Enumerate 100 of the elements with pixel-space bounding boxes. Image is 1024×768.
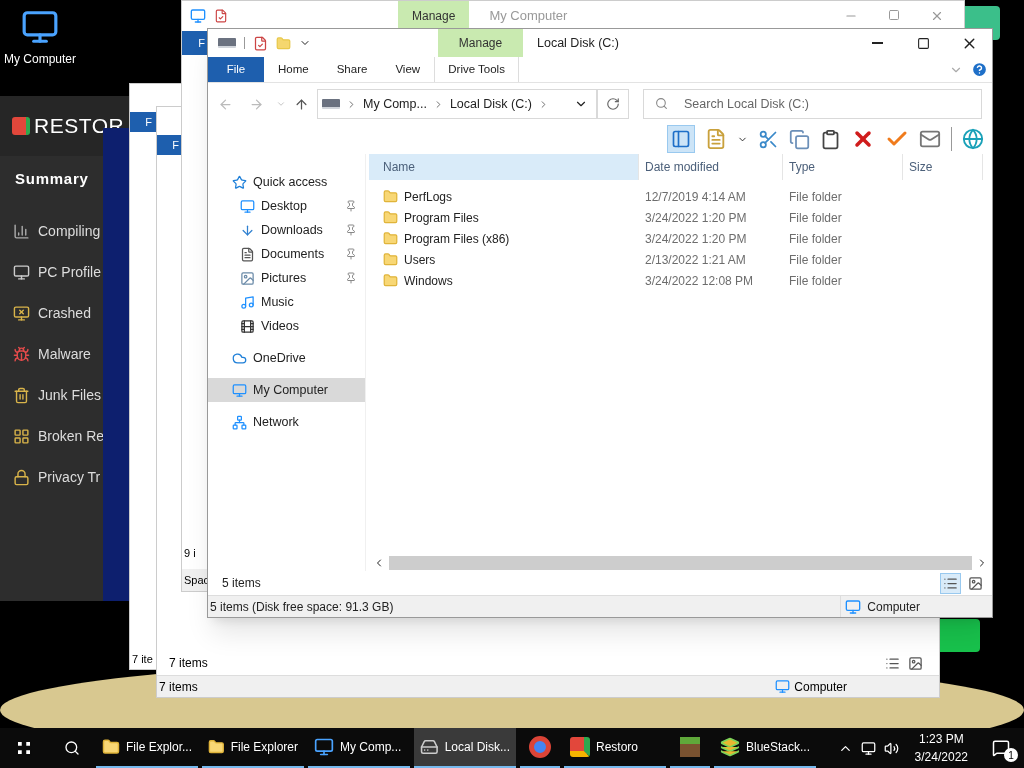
file-name[interactable]: Windows — [404, 271, 453, 290]
sidebar-item[interactable]: Compiling — [38, 220, 101, 242]
grass-block-icon — [680, 737, 700, 757]
type-cell-text: File folder — [788, 188, 843, 206]
help-icon[interactable] — [971, 61, 988, 78]
status-text: 5 items (Disk free space: 91.3 GB) — [210, 598, 394, 616]
image-icon — [968, 575, 983, 591]
details-view-button[interactable] — [940, 572, 961, 594]
volume-icon[interactable] — [883, 740, 899, 756]
menu-icon — [13, 468, 30, 486]
nav-item[interactable]: Pictures — [208, 266, 365, 290]
column-header[interactable]: Name — [369, 154, 639, 180]
menu-icon — [13, 427, 30, 445]
drive-icon — [218, 38, 236, 48]
window-title: Local Disk (C:) — [537, 34, 619, 52]
partial-tab[interactable]: F — [157, 135, 183, 155]
status-text: 7 ite — [131, 651, 154, 667]
cut-icon[interactable] — [758, 128, 779, 150]
up-icon[interactable] — [294, 96, 309, 112]
status-text: Spac — [183, 572, 211, 588]
nav-item[interactable]: Music — [208, 290, 365, 314]
nav-item[interactable]: My Computer — [208, 378, 365, 402]
close-icon — [930, 9, 944, 23]
file-name[interactable]: PerfLogs — [404, 187, 453, 206]
ribbon-tab[interactable]: Home — [264, 57, 323, 82]
scrollbar-thumb[interactable] — [389, 556, 972, 570]
taskbar-button[interactable]: File Explorer — [202, 728, 304, 768]
sidebar-item[interactable]: Privacy Tr — [38, 466, 101, 488]
partial-tab[interactable]: F — [182, 31, 208, 55]
context-tab[interactable]: Manage — [438, 29, 523, 57]
paste-icon[interactable] — [820, 128, 841, 150]
address-bar[interactable]: My Comp... Local Disk (C:) — [317, 89, 597, 119]
taskbar-button[interactable]: File Explor... — [96, 728, 198, 768]
notification-icon — [992, 739, 1010, 757]
computer-icon[interactable] — [21, 8, 59, 46]
breadcrumb-item[interactable]: My Comp... — [363, 94, 427, 114]
sidebar-item[interactable]: Broken Re — [38, 425, 105, 447]
context-tab[interactable]: Manage — [398, 1, 470, 31]
date-cell-text: 3/24/2022 12:08 PM — [644, 272, 755, 290]
sidebar-item[interactable]: Malware — [38, 343, 91, 365]
minimize-icon — [871, 42, 883, 44]
taskbar-button[interactable]: My Comp... — [308, 728, 410, 768]
type-cell-text: File folder — [788, 209, 843, 227]
column-header[interactable]: Type — [783, 154, 903, 180]
maximize-icon — [888, 9, 900, 21]
menu-icon — [13, 345, 30, 363]
app-panel — [940, 619, 980, 652]
search-icon — [655, 97, 668, 110]
date-cell-text: 12/7/2019 4:14 AM — [644, 188, 747, 206]
refresh-icon — [606, 97, 620, 111]
desktop-icon-label[interactable]: My Computer — [4, 50, 76, 68]
menu-icon — [13, 386, 30, 404]
copy-icon[interactable] — [789, 128, 810, 150]
column-header[interactable]: Date modified — [639, 154, 783, 180]
properties-icon[interactable] — [253, 35, 268, 51]
file-name[interactable]: Users — [404, 250, 436, 269]
ribbon-tab[interactable]: Share — [322, 57, 382, 82]
nav-item[interactable]: OneDrive — [208, 346, 365, 370]
taskbar-button[interactable]: Local Disk... — [414, 728, 516, 768]
refresh-button[interactable] — [597, 89, 629, 119]
search-field[interactable]: Search Local Disk (C:) — [643, 89, 982, 119]
menu-icon — [13, 263, 30, 281]
column-header[interactable]: Size — [903, 154, 983, 180]
sidebar-item[interactable]: PC Profile — [38, 261, 102, 283]
envelope-icon[interactable] — [919, 128, 941, 150]
properties-icon — [214, 9, 228, 23]
logo-icon — [12, 117, 30, 135]
menu-icon — [13, 304, 30, 322]
file-name[interactable]: Program Files — [404, 208, 479, 227]
sidebar-item[interactable]: Junk Files — [38, 384, 102, 406]
ribbon-tab[interactable]: Drive Tools — [434, 57, 520, 82]
app-icon — [570, 737, 590, 757]
details-view-icon — [885, 655, 900, 671]
date-cell-text: 2/13/2022 1:21 AM — [644, 251, 747, 269]
network-icon[interactable] — [860, 740, 876, 756]
nav-item[interactable]: Quick access — [208, 170, 365, 194]
computer-icon — [775, 679, 791, 694]
drive-icon — [420, 737, 439, 757]
file-name[interactable]: Program Files (x86) — [404, 229, 510, 248]
note-icon[interactable] — [705, 128, 727, 150]
ribbon-tab[interactable]: File — [208, 57, 264, 82]
nav-item[interactable]: Desktop — [208, 194, 365, 218]
notification-badge: 1 — [1004, 748, 1018, 762]
partial-tab[interactable]: F — [130, 112, 156, 132]
type-cell-text: File folder — [788, 272, 843, 290]
breadcrumb-item[interactable]: Local Disk (C:) — [449, 94, 532, 114]
nav-item[interactable]: Documents — [208, 242, 365, 266]
sidebar-item[interactable]: Crashed — [38, 302, 91, 324]
taskbar-button[interactable]: BlueStack... — [714, 728, 816, 768]
pane-button[interactable] — [667, 125, 695, 153]
nav-item[interactable]: Downloads — [208, 218, 365, 242]
clock-date: 3/24/2022 — [914, 749, 968, 766]
list-icon — [943, 575, 958, 591]
nav-item[interactable]: Videos — [208, 314, 365, 338]
globe-icon[interactable] — [962, 128, 984, 150]
ribbon-tab[interactable]: View — [381, 57, 435, 82]
taskbar-button[interactable]: Restoro — [564, 728, 666, 768]
notification-button[interactable]: 1 — [978, 728, 1024, 768]
nav-item[interactable]: Network — [208, 410, 365, 434]
preview-view-icon — [908, 655, 923, 671]
